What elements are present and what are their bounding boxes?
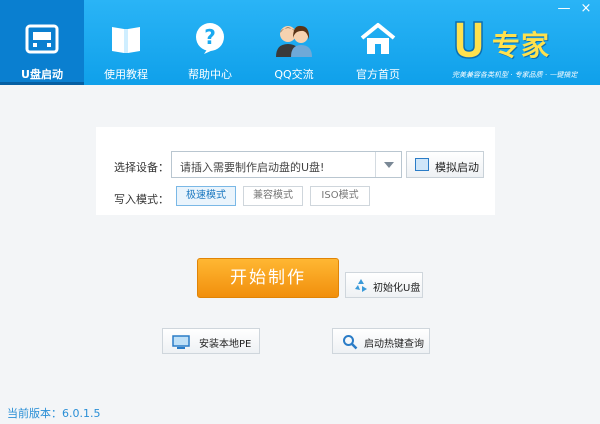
window-controls: — × [554, 2, 596, 18]
people-icon [275, 22, 313, 61]
install-pe-label: 安装本地PE [199, 339, 252, 350]
logo-u-mark [455, 21, 483, 59]
nav-label: QQ交流 [274, 68, 314, 81]
svg-text:?: ? [204, 25, 216, 49]
book-icon [109, 22, 143, 59]
nav-label: 使用教程 [104, 68, 148, 81]
app-logo: 专家 完美兼容各类机型 · 专家品质 · 一键搞定 [452, 18, 592, 80]
main-nav: U盘启动 使用教程 ? 帮助中心 QQ交流 官方首页 [0, 0, 420, 85]
mode-iso-button[interactable]: ISO模式 [310, 186, 370, 206]
settings-panel: 选择设备： 请插入需要制作启动盘的U盘! 模拟启动 写入模式： 极速模式 兼容模… [96, 127, 495, 215]
help-icon: ? [193, 22, 227, 59]
nav-usb-boot[interactable]: U盘启动 [0, 0, 84, 85]
usb-drive-icon [25, 22, 59, 59]
nav-label: 帮助中心 [188, 68, 232, 81]
logo-slogan: 完美兼容各类机型 · 专家品质 · 一键搞定 [452, 71, 578, 79]
nav-label: 官方首页 [356, 68, 400, 81]
nav-qq[interactable]: QQ交流 [252, 0, 336, 85]
version-text: 当前版本：6.0.1.5 [7, 407, 101, 420]
install-pe-button[interactable]: 安装本地PE [162, 328, 260, 354]
simulate-boot-button[interactable]: 模拟启动 [406, 151, 484, 178]
hotkey-query-button[interactable]: 启动热键查询 [332, 328, 430, 354]
nav-home[interactable]: 官方首页 [336, 0, 420, 85]
hotkey-query-label: 启动热键查询 [364, 339, 424, 350]
chevron-down-icon[interactable] [375, 152, 401, 177]
device-label: 选择设备： [114, 161, 169, 174]
mode-label: 写入模式： [114, 193, 169, 206]
header-bar: U盘启动 使用教程 ? 帮助中心 QQ交流 官方首页 专家 完美兼容各类机型 ·… [0, 0, 600, 85]
nav-label: U盘启动 [21, 68, 63, 81]
nav-help[interactable]: ? 帮助中心 [168, 0, 252, 85]
home-icon [360, 22, 396, 59]
close-button[interactable]: × [576, 2, 596, 18]
recycle-icon [353, 278, 369, 297]
logo-text: 专家 [492, 29, 551, 62]
simulate-boot-label: 模拟启动 [435, 161, 479, 174]
device-select-value: 请插入需要制作启动盘的U盘! [180, 161, 325, 174]
monitor-icon [172, 335, 190, 352]
search-icon [342, 334, 358, 353]
minimize-button[interactable]: — [554, 2, 574, 18]
monitor-icon [415, 158, 429, 171]
init-usb-button[interactable]: 初始化U盘 [345, 272, 423, 298]
mode-compatible-button[interactable]: 兼容模式 [243, 186, 303, 206]
device-select[interactable]: 请插入需要制作启动盘的U盘! [171, 151, 402, 178]
mode-fast-button[interactable]: 极速模式 [176, 186, 236, 206]
nav-tutorial[interactable]: 使用教程 [84, 0, 168, 85]
start-button[interactable]: 开始制作 [197, 258, 339, 298]
init-usb-label: 初始化U盘 [373, 283, 421, 294]
